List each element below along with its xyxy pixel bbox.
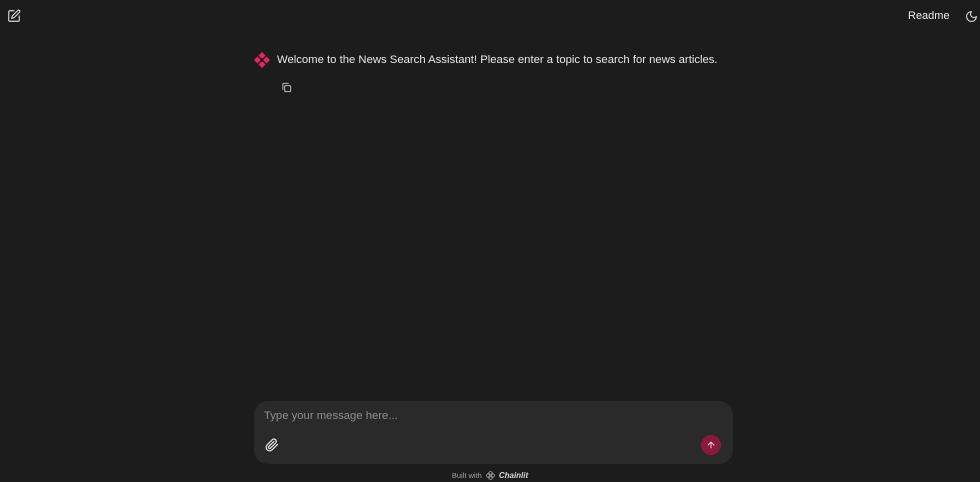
built-with-label: Built with (451, 470, 482, 480)
message-input[interactable] (264, 407, 704, 425)
edit-square-icon (8, 9, 21, 22)
new-chat-button[interactable] (4, 6, 24, 26)
chainlit-logo-icon (254, 52, 270, 68)
chainlit-link[interactable]: Chainlit (499, 471, 528, 480)
message-text: Welcome to the News Search Assistant! Pl… (277, 54, 718, 66)
built-with-footer: Built with Chainlit (0, 469, 980, 481)
moon-icon (965, 10, 977, 22)
paperclip-icon (265, 438, 279, 452)
attach-file-button[interactable] (264, 437, 280, 453)
copy-message-button[interactable] (279, 80, 293, 94)
chainlit-small-logo-icon (485, 470, 495, 480)
readme-button[interactable]: Readme (904, 8, 954, 24)
send-button[interactable] (701, 435, 721, 455)
theme-toggle-button[interactable] (962, 7, 980, 25)
chat-page: Readme Welcome to the News Search Assist… (0, 0, 980, 482)
copy-icon (281, 82, 291, 92)
message-composer (254, 401, 733, 464)
arrow-up-icon (707, 441, 715, 449)
